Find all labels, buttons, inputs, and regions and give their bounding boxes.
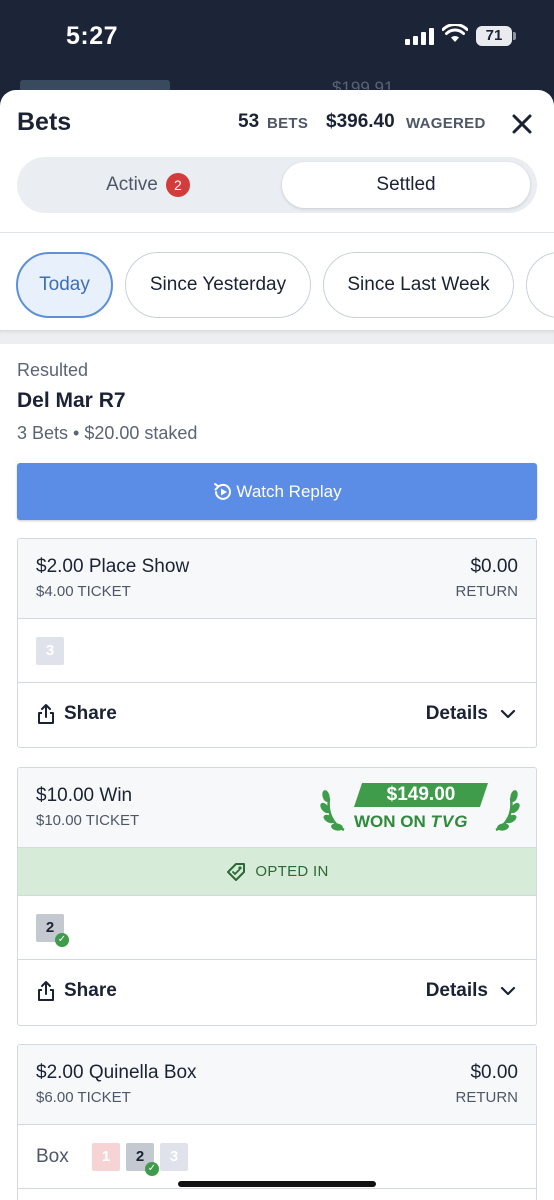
battery-icon: 71 bbox=[476, 26, 512, 46]
race-name: Del Mar R7 bbox=[17, 389, 126, 412]
replay-icon bbox=[214, 482, 232, 500]
winner-check-icon: ✓ bbox=[145, 1162, 159, 1176]
header-divider bbox=[0, 232, 554, 233]
filter-since-last-week-label: Since Last Week bbox=[347, 274, 490, 295]
bet-card: $10.00 Win $10.00 TICKET $149.00 WON ON … bbox=[17, 767, 537, 1026]
tab-settled-label: Settled bbox=[376, 174, 436, 195]
bet-return-amount: $0.00 bbox=[470, 556, 518, 577]
winner-check-icon: ✓ bbox=[55, 933, 69, 947]
sheet-header: Bets 53 BETS $396.40 WAGERED bbox=[0, 90, 554, 156]
wagered-amount: $396.40 bbox=[326, 111, 395, 132]
share-icon bbox=[38, 981, 54, 1001]
laurel-left-icon bbox=[320, 790, 345, 832]
share-label: Share bbox=[64, 980, 117, 1001]
bet-card-header: $2.00 Place Show $4.00 TICKET $0.00 RETU… bbox=[18, 539, 536, 619]
opted-in-banner: OPTED IN bbox=[18, 848, 536, 896]
runner-number: 3 bbox=[160, 1143, 188, 1171]
battery-tip bbox=[513, 32, 516, 40]
filter-today[interactable]: Today bbox=[16, 252, 113, 318]
share-label: Share bbox=[64, 703, 117, 724]
bet-card-header: $10.00 Win $10.00 TICKET $149.00 WON ON … bbox=[18, 768, 536, 848]
filter-more-chip[interactable] bbox=[526, 252, 554, 318]
details-label: Details bbox=[425, 703, 488, 724]
chevron-down-icon bbox=[500, 709, 516, 719]
details-label: Details bbox=[425, 980, 488, 1001]
date-filter-chips: Today Since Yesterday Since Last Week bbox=[0, 252, 554, 318]
details-toggle[interactable]: Details bbox=[426, 703, 516, 725]
filter-since-yesterday-label: Since Yesterday bbox=[149, 274, 287, 295]
laurel-right-icon bbox=[495, 790, 520, 832]
bet-card-header: $2.00 Quinella Box $6.00 TICKET $0.00 RE… bbox=[18, 1045, 536, 1125]
won-label-row: WON ON TVG bbox=[354, 812, 468, 832]
opted-in-label: OPTED IN bbox=[255, 863, 329, 880]
bet-return-label: RETURN bbox=[455, 1089, 519, 1106]
section-separator bbox=[0, 330, 554, 344]
filter-since-last-week[interactable]: Since Last Week bbox=[323, 252, 514, 318]
status-bar: 5:27 71 $199.91 bbox=[0, 0, 554, 97]
share-button[interactable]: Share bbox=[36, 703, 117, 725]
bet-return-amount: $0.00 bbox=[470, 1062, 518, 1083]
status-time: 5:27 bbox=[66, 22, 119, 50]
bet-card: $2.00 Place Show $4.00 TICKET $0.00 RETU… bbox=[17, 538, 537, 748]
bet-ticket: $10.00 TICKET bbox=[36, 812, 140, 829]
wifi-icon bbox=[442, 24, 468, 42]
share-icon bbox=[38, 704, 54, 724]
page-title: Bets bbox=[17, 108, 72, 136]
home-indicator[interactable] bbox=[178, 1181, 376, 1187]
won-amount: $149.00 bbox=[354, 783, 488, 807]
tag-icon bbox=[227, 862, 246, 881]
filter-since-yesterday[interactable]: Since Yesterday bbox=[125, 252, 311, 318]
bet-return-label: RETURN bbox=[455, 583, 519, 600]
bets-tab-switcher: Active 2 Settled bbox=[17, 157, 537, 213]
bets-sheet: Bets 53 BETS $396.40 WAGERED Active 2 Se… bbox=[0, 90, 554, 1200]
tab-settled[interactable]: Settled bbox=[282, 162, 530, 208]
share-button[interactable]: Share bbox=[36, 980, 117, 1002]
runner-number: 1 bbox=[92, 1143, 120, 1171]
runner-number: 3 bbox=[36, 637, 64, 665]
bet-count: 53 bbox=[238, 111, 260, 132]
watch-replay-button[interactable]: Watch Replay bbox=[17, 463, 537, 520]
bet-title: $10.00 Win bbox=[36, 785, 133, 806]
bet-card: $2.00 Quinella Box $6.00 TICKET $0.00 RE… bbox=[17, 1044, 537, 1200]
bet-ticket: $4.00 TICKET bbox=[36, 583, 131, 600]
tab-active[interactable]: Active 2 bbox=[17, 157, 279, 213]
won-badge: $149.00 WON ON TVG bbox=[320, 780, 520, 836]
won-label: WON ON bbox=[354, 812, 426, 831]
details-toggle[interactable]: Details bbox=[426, 980, 516, 1002]
chevron-down-icon bbox=[500, 986, 516, 996]
active-count-badge: 2 bbox=[165, 173, 190, 197]
tab-active-label: Active bbox=[106, 174, 158, 195]
bet-card-footer: Share Details bbox=[18, 960, 536, 1025]
close-icon[interactable] bbox=[508, 110, 536, 138]
race-status: Resulted bbox=[17, 360, 89, 380]
bet-selections: 2 ✓ bbox=[18, 896, 536, 960]
signal-icon bbox=[405, 27, 434, 45]
wagered-label: WAGERED bbox=[406, 115, 486, 132]
bet-card-footer: Share Details bbox=[18, 683, 536, 747]
bet-ticket: $6.00 TICKET bbox=[36, 1089, 131, 1106]
bet-selections: Box 1 2 ✓ 3 bbox=[18, 1125, 536, 1189]
watch-replay-label: Watch Replay bbox=[236, 481, 342, 501]
bet-title: $2.00 Place Show bbox=[36, 556, 190, 577]
tvg-logo: TVG bbox=[430, 812, 469, 831]
bet-selections: 3 bbox=[18, 619, 536, 683]
box-label: Box bbox=[36, 1146, 69, 1167]
bet-title: $2.00 Quinella Box bbox=[36, 1062, 197, 1083]
filter-today-label: Today bbox=[39, 274, 90, 295]
bet-count-label: BETS bbox=[267, 115, 309, 132]
race-summary: 3 Bets • $20.00 staked bbox=[17, 423, 198, 443]
